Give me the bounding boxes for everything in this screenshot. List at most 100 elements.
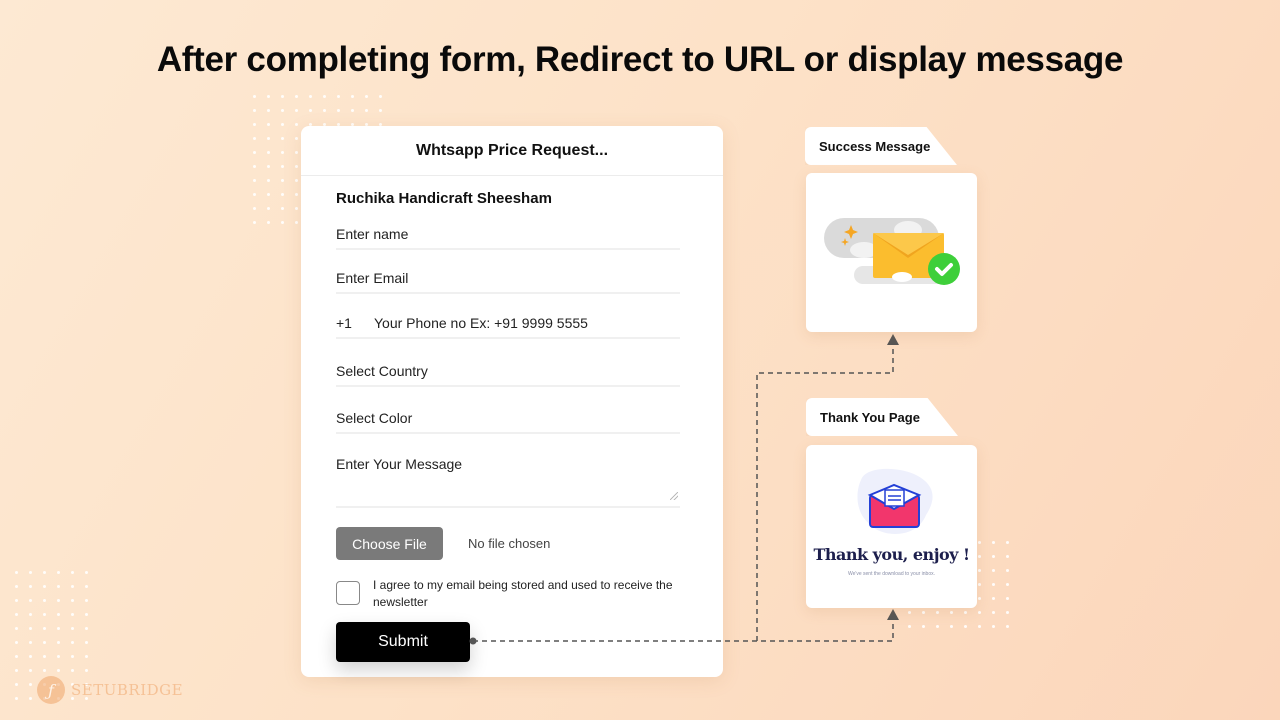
decorative-dot xyxy=(978,555,981,558)
decorative-dot xyxy=(323,109,326,112)
email-placeholder: Enter Email xyxy=(336,270,409,286)
name-field[interactable]: Enter name xyxy=(336,226,680,250)
decorative-dot xyxy=(281,151,284,154)
decorative-dot xyxy=(43,669,46,672)
decorative-dot xyxy=(1006,541,1009,544)
decorative-dot xyxy=(71,669,74,672)
decorative-dot xyxy=(978,611,981,614)
decorative-dot xyxy=(992,541,995,544)
decorative-dot xyxy=(978,625,981,628)
product-name: Ruchika Handicraft Sheesham xyxy=(336,190,552,207)
decorative-dot xyxy=(351,95,354,98)
decorative-dot xyxy=(15,599,18,602)
decorative-dot xyxy=(29,697,32,700)
name-placeholder: Enter name xyxy=(336,226,409,242)
decorative-dot xyxy=(379,109,382,112)
decorative-dot xyxy=(295,123,298,126)
decorative-dot xyxy=(15,627,18,630)
decorative-dot xyxy=(365,109,368,112)
decorative-dot xyxy=(57,585,60,588)
decorative-dot xyxy=(1006,555,1009,558)
decorative-dot xyxy=(253,165,256,168)
decorative-dot xyxy=(978,597,981,600)
decorative-dot xyxy=(267,151,270,154)
email-field[interactable]: Enter Email xyxy=(336,270,680,294)
decorative-dot xyxy=(267,95,270,98)
thank-you-subtext: We've sent the download to your inbox. xyxy=(847,571,936,577)
decorative-dot xyxy=(1006,583,1009,586)
country-select[interactable]: Select Country xyxy=(336,363,680,387)
decorative-dot xyxy=(992,569,995,572)
decorative-dot xyxy=(267,123,270,126)
thank-you-page-label: Thank You Page xyxy=(806,398,958,436)
thank-you-page-preview: Thank you, enjoy ! We've sent the downlo… xyxy=(806,445,977,608)
decorative-dot xyxy=(936,625,939,628)
decorative-dot xyxy=(267,137,270,140)
decorative-dot xyxy=(57,571,60,574)
decorative-dot xyxy=(1006,611,1009,614)
phone-country-code[interactable]: +1 xyxy=(336,315,374,331)
decorative-dot xyxy=(29,627,32,630)
decorative-dot xyxy=(43,571,46,574)
decorative-dot xyxy=(281,165,284,168)
decorative-dot xyxy=(253,123,256,126)
decorative-dot xyxy=(85,613,88,616)
decorative-dot xyxy=(253,95,256,98)
decorative-dot xyxy=(295,179,298,182)
phone-placeholder: Your Phone no Ex: +91 9999 5555 xyxy=(374,315,588,331)
success-envelope-illustration xyxy=(824,218,960,285)
decorative-dot xyxy=(1006,625,1009,628)
decorative-dot xyxy=(15,683,18,686)
decorative-dot xyxy=(365,95,368,98)
decorative-dot xyxy=(978,541,981,544)
decorative-dot xyxy=(29,683,32,686)
price-request-form: Whtsapp Price Request... Ruchika Handicr… xyxy=(301,126,723,677)
open-envelope-illustration xyxy=(857,468,933,535)
country-placeholder: Select Country xyxy=(336,363,428,379)
decorative-dot xyxy=(253,179,256,182)
success-message-preview xyxy=(806,173,977,332)
decorative-dot xyxy=(57,627,60,630)
decorative-dot xyxy=(309,95,312,98)
color-select[interactable]: Select Color xyxy=(336,410,680,434)
newsletter-consent-checkbox[interactable] xyxy=(336,581,360,605)
decorative-dot xyxy=(57,613,60,616)
arrow-up-icon xyxy=(887,334,899,345)
decorative-dot xyxy=(267,179,270,182)
decorative-dot xyxy=(964,611,967,614)
success-message-label-text: Success Message xyxy=(819,138,931,154)
decorative-dot xyxy=(267,207,270,210)
submit-button[interactable]: Submit xyxy=(336,622,470,662)
decorative-dot xyxy=(85,641,88,644)
message-textarea[interactable]: Enter Your Message xyxy=(336,456,680,508)
decorative-dot xyxy=(922,625,925,628)
decorative-dot xyxy=(71,585,74,588)
decorative-dot xyxy=(908,611,911,614)
decorative-dot xyxy=(992,625,995,628)
decorative-dot xyxy=(379,95,382,98)
decorative-dot xyxy=(295,193,298,196)
decorative-dot xyxy=(15,613,18,616)
decorative-dot xyxy=(85,669,88,672)
choose-file-button[interactable]: Choose File xyxy=(336,527,443,560)
decorative-dot xyxy=(71,627,74,630)
brand-logo-icon: ƒ xyxy=(37,676,65,704)
decorative-dot xyxy=(337,109,340,112)
decorative-dot xyxy=(351,109,354,112)
phone-field[interactable]: +1 Your Phone no Ex: +91 9999 5555 xyxy=(336,315,680,339)
decorative-dot xyxy=(295,95,298,98)
decorative-dot xyxy=(29,641,32,644)
file-status: No file chosen xyxy=(468,536,551,551)
decorative-dot xyxy=(281,109,284,112)
decorative-dot xyxy=(71,613,74,616)
decorative-dot xyxy=(57,641,60,644)
decorative-dot xyxy=(964,625,967,628)
decorative-dot xyxy=(85,627,88,630)
decorative-dot xyxy=(337,95,340,98)
decorative-dot xyxy=(15,655,18,658)
brand-logo: ƒ SETUBRIDGE xyxy=(37,676,183,704)
decorative-dot xyxy=(29,571,32,574)
resize-handle-icon[interactable] xyxy=(670,492,678,500)
decorative-dot xyxy=(29,585,32,588)
decorative-dot xyxy=(267,221,270,224)
